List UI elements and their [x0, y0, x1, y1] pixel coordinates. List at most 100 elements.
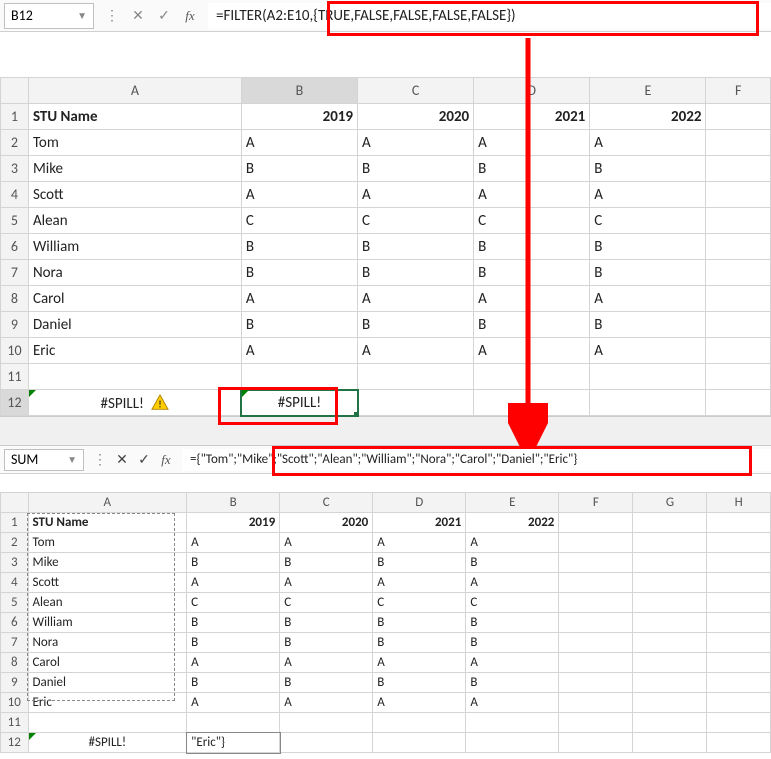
cell[interactable]: B — [358, 260, 474, 286]
cell[interactable]: B — [241, 156, 357, 182]
cell[interactable]: 2019 — [187, 513, 280, 533]
cell[interactable] — [559, 573, 633, 593]
cell[interactable]: A — [474, 182, 590, 208]
row-header[interactable]: 6 — [1, 613, 29, 633]
cell[interactable] — [707, 533, 771, 553]
cell[interactable]: A — [187, 533, 280, 553]
cell[interactable] — [559, 733, 633, 753]
cell[interactable] — [707, 513, 771, 533]
cell[interactable] — [559, 593, 633, 613]
cell[interactable] — [707, 653, 771, 673]
cell[interactable]: A — [241, 286, 357, 312]
row-header[interactable]: 5 — [1, 593, 29, 613]
col-header[interactable]: E — [590, 78, 706, 104]
cell[interactable] — [633, 633, 707, 653]
row-header[interactable]: 1 — [1, 513, 29, 533]
col-header[interactable]: D — [373, 493, 466, 513]
cell[interactable]: A — [187, 693, 280, 713]
cell[interactable] — [707, 693, 771, 713]
cell[interactable]: William — [28, 613, 187, 633]
cell[interactable] — [706, 156, 771, 182]
cell[interactable] — [633, 613, 707, 633]
cell-a12-spill[interactable]: #SPILL! — [28, 733, 187, 753]
cell[interactable] — [707, 713, 771, 733]
cell[interactable]: A — [373, 573, 466, 593]
cell[interactable]: A — [474, 130, 590, 156]
cell[interactable]: A — [474, 286, 590, 312]
cell[interactable]: B — [373, 613, 466, 633]
cell[interactable]: B — [474, 312, 590, 338]
cell[interactable] — [706, 182, 771, 208]
cell[interactable]: A — [373, 533, 466, 553]
cell[interactable]: B — [241, 260, 357, 286]
cell[interactable]: A — [187, 653, 280, 673]
cell[interactable] — [559, 653, 633, 673]
row-header[interactable]: 11 — [1, 713, 29, 733]
cell[interactable]: Nora — [28, 633, 187, 653]
cell[interactable]: C — [466, 593, 559, 613]
cell[interactable]: A — [466, 533, 559, 553]
cell[interactable] — [280, 733, 373, 753]
cell[interactable] — [590, 364, 706, 390]
cell[interactable] — [706, 390, 771, 416]
cell[interactable] — [633, 733, 707, 753]
row-header[interactable]: 11 — [1, 364, 29, 390]
cell[interactable]: B — [466, 553, 559, 573]
cell[interactable] — [358, 364, 474, 390]
formula-input[interactable]: ={"Tom";"Mike";"Scott";"Alean";"William"… — [182, 449, 771, 471]
cell[interactable]: B — [590, 156, 706, 182]
row-header[interactable]: 5 — [1, 208, 29, 234]
cell[interactable]: A — [187, 573, 280, 593]
cell[interactable] — [633, 553, 707, 573]
cancel-icon[interactable]: ✕ — [112, 448, 132, 472]
cell[interactable] — [280, 713, 373, 733]
formula-input[interactable]: =FILTER(A2:E10,{TRUE,FALSE,FALSE,FALSE,F… — [208, 3, 771, 29]
cell[interactable] — [590, 390, 706, 416]
cell[interactable]: 2019 — [241, 104, 357, 130]
cell[interactable] — [707, 673, 771, 693]
enter-icon[interactable]: ✓ — [134, 448, 154, 472]
cell[interactable]: A — [373, 653, 466, 673]
cell[interactable]: Alean — [28, 208, 241, 234]
cell[interactable]: B — [187, 633, 280, 653]
name-box-dropdown-icon[interactable]: ▼ — [67, 453, 77, 466]
cell[interactable]: B — [358, 312, 474, 338]
cell[interactable]: Tom — [28, 533, 187, 553]
cell[interactable]: Carol — [28, 653, 187, 673]
cell-a12-spill[interactable]: #SPILL! ! — [28, 390, 241, 416]
cell[interactable] — [373, 713, 466, 733]
cell[interactable]: A — [590, 286, 706, 312]
cell[interactable]: Daniel — [28, 312, 241, 338]
row-header[interactable]: 2 — [1, 533, 29, 553]
cell[interactable] — [707, 733, 771, 753]
cell[interactable] — [707, 613, 771, 633]
cell[interactable] — [474, 364, 590, 390]
cell[interactable]: A — [358, 286, 474, 312]
col-header[interactable]: F — [559, 493, 633, 513]
cell[interactable]: A — [280, 533, 373, 553]
select-all-corner[interactable] — [1, 78, 29, 104]
cell[interactable] — [241, 364, 357, 390]
col-header[interactable]: C — [280, 493, 373, 513]
cell[interactable] — [633, 513, 707, 533]
row-header[interactable]: 6 — [1, 234, 29, 260]
cell[interactable] — [633, 713, 707, 733]
cell[interactable]: A — [358, 338, 474, 364]
row-header[interactable]: 10 — [1, 693, 29, 713]
cell[interactable] — [559, 553, 633, 573]
cell[interactable] — [706, 312, 771, 338]
cell[interactable]: Carol — [28, 286, 241, 312]
cell[interactable] — [706, 208, 771, 234]
cell[interactable]: Nora — [28, 260, 241, 286]
row-header[interactable]: 12 — [1, 390, 29, 416]
cell[interactable]: B — [373, 633, 466, 653]
cell[interactable]: A — [466, 573, 559, 593]
cell[interactable] — [559, 533, 633, 553]
row-header[interactable]: 8 — [1, 286, 29, 312]
cell[interactable]: A — [590, 182, 706, 208]
cell[interactable]: A — [241, 182, 357, 208]
cell[interactable]: Mike — [28, 156, 241, 182]
col-header[interactable]: C — [358, 78, 474, 104]
cell[interactable]: A — [373, 693, 466, 713]
row-header[interactable]: 10 — [1, 338, 29, 364]
